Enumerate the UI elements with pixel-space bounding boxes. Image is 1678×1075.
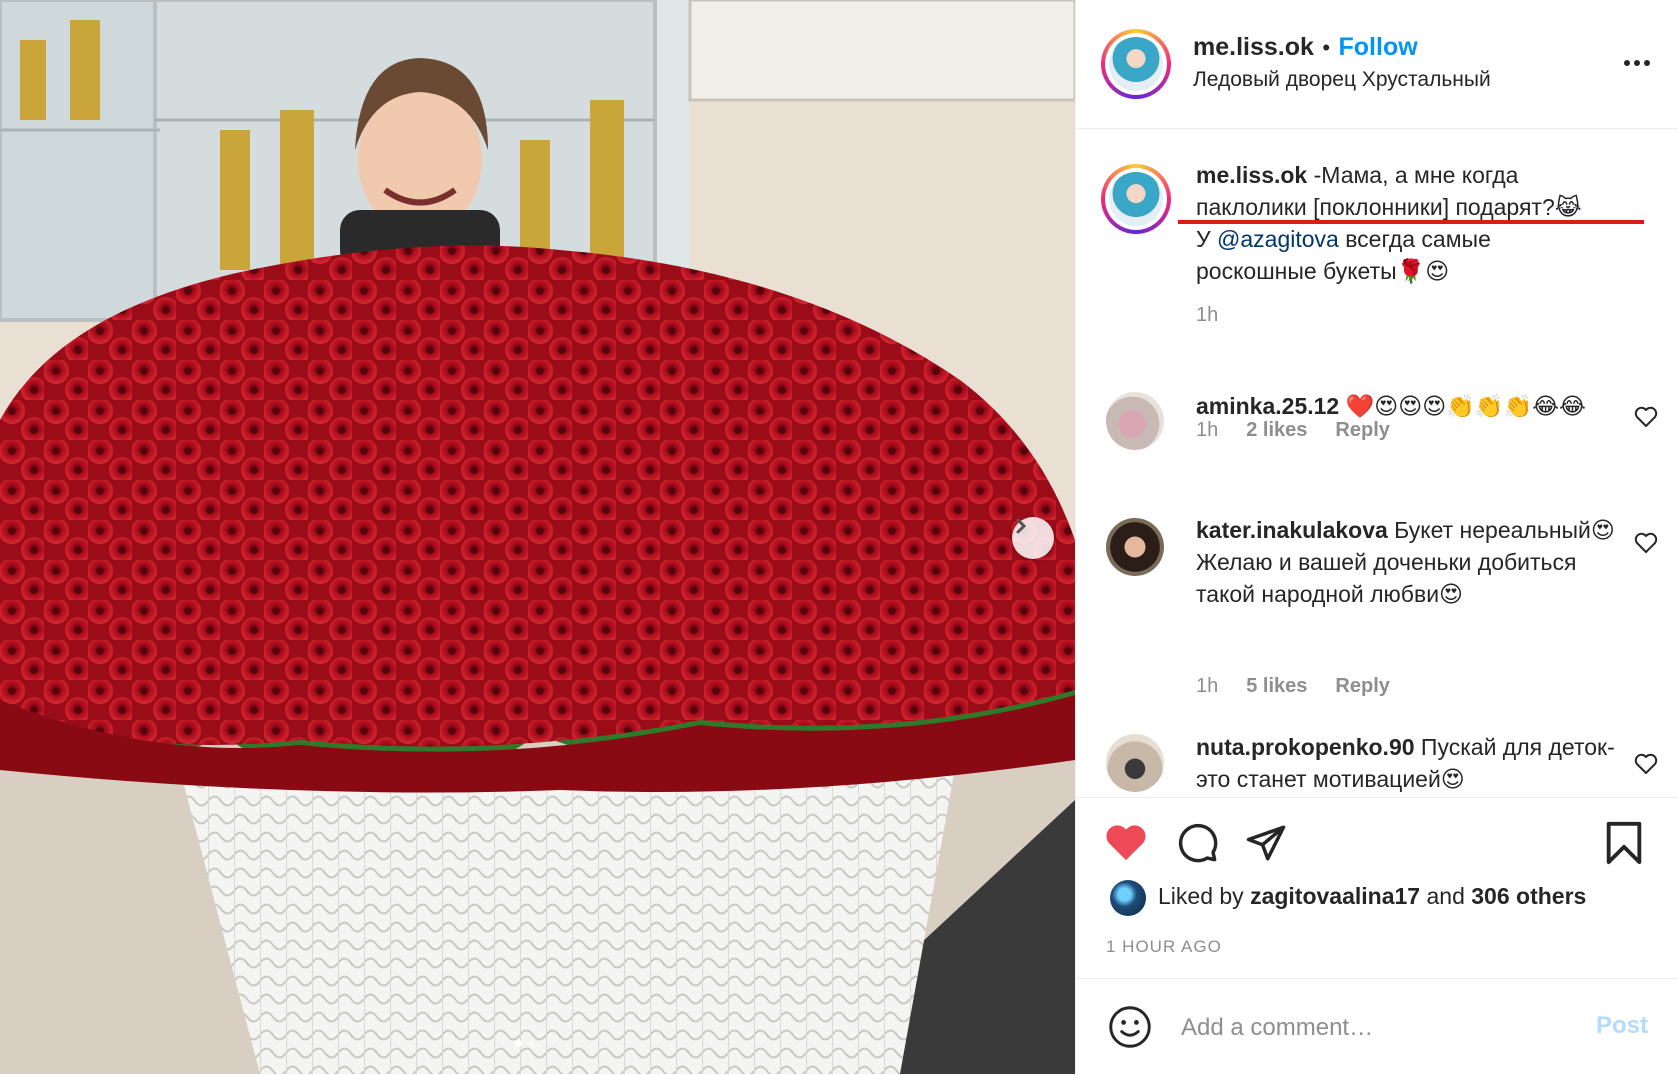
comment-meta: 1h 5 likes Reply: [1196, 675, 1418, 698]
smiley-icon: [1109, 1006, 1151, 1048]
likes-prefix: Liked by: [1158, 883, 1251, 909]
post-header: me.liss.ok • Follow Ледовый дворец Хруст…: [1076, 0, 1678, 129]
post-location[interactable]: Ледовый дворец Хрустальный: [1193, 68, 1491, 92]
post-photo[interactable]: [0, 0, 1075, 1074]
like-button[interactable]: [1104, 822, 1148, 867]
comment-bubble-icon: [1178, 823, 1218, 863]
heart-filled-icon: [1106, 825, 1146, 861]
follow-button[interactable]: Follow: [1339, 33, 1418, 61]
bookmark-icon: [1606, 821, 1642, 865]
caption-username[interactable]: me.liss.ok: [1196, 162, 1307, 188]
comment-text: aminka.25.12 ❤️😍😍😍👏👏👏😂😂: [1196, 390, 1616, 422]
caption-avatar[interactable]: [1101, 164, 1171, 234]
header-separator: •: [1322, 35, 1331, 60]
post-timestamp[interactable]: 1 HOUR AGO: [1106, 937, 1222, 957]
comment-username[interactable]: aminka.25.12: [1196, 393, 1339, 419]
heart-outline-icon: [1634, 532, 1658, 553]
carousel-dot-active: [515, 1040, 522, 1047]
caption-body-2: У: [1196, 226, 1218, 252]
next-image-button[interactable]: [1012, 517, 1054, 559]
comment-button[interactable]: [1176, 822, 1220, 869]
more-dots-icon: [1624, 60, 1650, 66]
likes-count[interactable]: 306 others: [1471, 883, 1586, 909]
like-comment-button[interactable]: [1634, 753, 1658, 780]
heart-outline-icon: [1634, 406, 1658, 427]
share-button[interactable]: [1244, 822, 1288, 869]
comment-avatar[interactable]: [1106, 518, 1164, 576]
liker-username[interactable]: zagitovaalina17: [1250, 883, 1420, 909]
comment-avatar[interactable]: [1106, 392, 1164, 450]
liker-avatar[interactable]: [1110, 880, 1146, 916]
comment-meta: 1h 2 likes Reply: [1196, 419, 1418, 442]
caption-time: 1h: [1196, 304, 1219, 326]
paper-plane-icon: [1246, 825, 1286, 861]
annotation-underline: [1178, 220, 1644, 224]
comment-text: nuta.prokopenko.90 Пускай для деток-это …: [1196, 731, 1616, 795]
reply-button[interactable]: Reply: [1335, 419, 1389, 441]
comment-input[interactable]: [1179, 1007, 1583, 1049]
carousel-indicator: [515, 1040, 535, 1047]
comment-time: 1h: [1196, 675, 1219, 697]
like-comment-button[interactable]: [1634, 532, 1658, 559]
reply-button[interactable]: Reply: [1335, 675, 1389, 697]
author-avatar[interactable]: [1101, 29, 1171, 99]
post-sidebar: me.liss.ok • Follow Ледовый дворец Хруст…: [1075, 0, 1678, 1074]
author-username[interactable]: me.liss.ok: [1193, 33, 1314, 61]
chevron-right-icon: [1016, 518, 1027, 534]
comment-username[interactable]: nuta.prokopenko.90: [1196, 734, 1415, 760]
like-comment-button[interactable]: [1634, 406, 1658, 433]
comment-time: 1h: [1196, 419, 1219, 441]
post-comment-button[interactable]: Post: [1596, 1012, 1648, 1040]
heart-outline-icon: [1634, 753, 1658, 774]
add-comment-bar: Post: [1076, 978, 1678, 1075]
save-button[interactable]: [1604, 820, 1644, 871]
more-options-button[interactable]: [1624, 54, 1650, 72]
comment-likes[interactable]: 5 likes: [1246, 675, 1307, 697]
caption-mention[interactable]: @azagitova: [1217, 226, 1339, 252]
comment-body: ❤️😍😍😍👏👏👏😂😂: [1339, 393, 1586, 419]
emoji-button[interactable]: [1108, 1005, 1152, 1054]
comment-username[interactable]: kater.inakulakova: [1196, 517, 1388, 543]
comment-avatar[interactable]: [1106, 734, 1164, 792]
comment-text: kater.inakulakova Букет нереальный😍Желаю…: [1196, 514, 1616, 610]
likes-middle: and: [1420, 883, 1472, 909]
photo-illustration: [0, 0, 1075, 1074]
comment-likes[interactable]: 2 likes: [1246, 419, 1307, 441]
likes-summary[interactable]: Liked by zagitovaalina17 and 306 others: [1158, 883, 1586, 910]
comments-list[interactable]: me.liss.ok -Мама, а мне когда паклолики …: [1076, 129, 1678, 797]
caption-meta: 1h: [1196, 304, 1246, 327]
carousel-dot: [528, 1040, 535, 1047]
